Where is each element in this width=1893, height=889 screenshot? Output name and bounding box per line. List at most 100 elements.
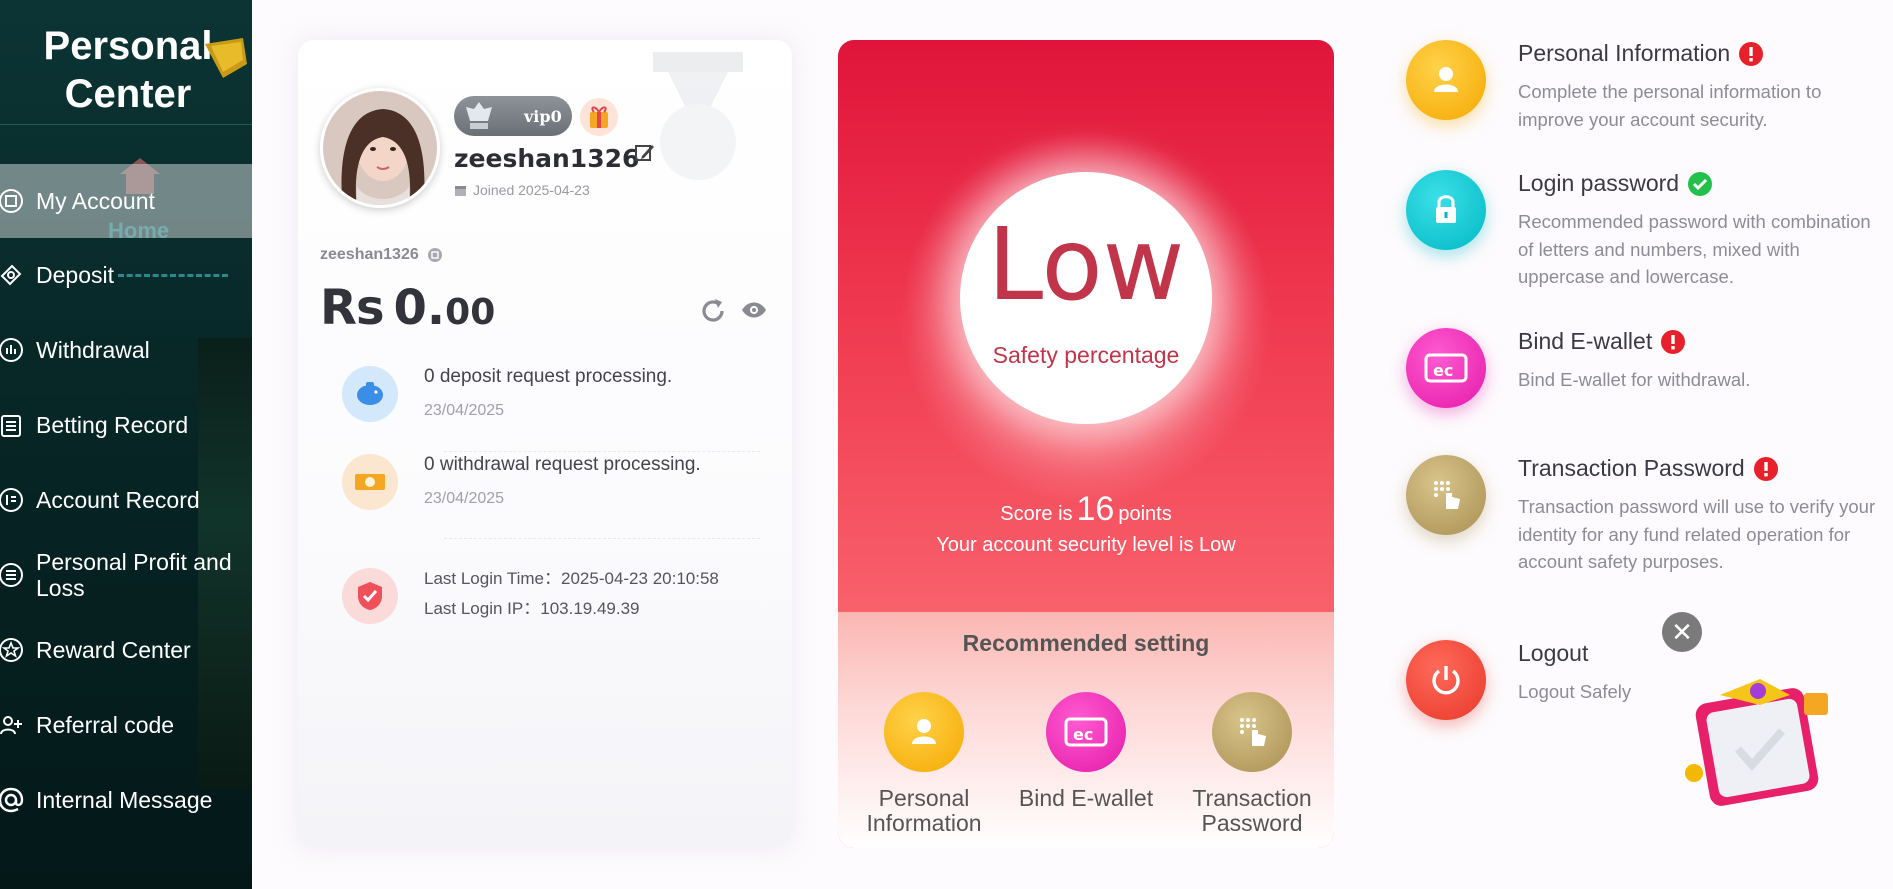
setting-title-text: Logout <box>1518 640 1589 666</box>
recommended-bind-ewallet[interactable]: ec Bind E-wallet <box>1011 692 1161 811</box>
shield-icon <box>342 568 398 624</box>
sidebar-item-label: Referral code <box>36 712 175 738</box>
recommended-transaction-password[interactable]: Transaction Password <box>1177 692 1327 836</box>
sidebar-divider <box>0 124 252 125</box>
warning-icon <box>1739 41 1764 66</box>
check-icon <box>1688 171 1713 196</box>
svg-text:ec: ec <box>1073 725 1093 744</box>
trophy-icon <box>205 38 247 78</box>
setting-title: Personal Information <box>1518 40 1764 67</box>
clipboard-icon <box>1 415 21 437</box>
joined-text: Joined 2025-04-23 <box>473 182 590 198</box>
gift-button[interactable] <box>580 98 618 136</box>
setting-title-text: Bind E-wallet <box>1518 328 1653 354</box>
security-level: Low <box>987 206 1185 323</box>
recommended-settings: Recommended setting Personal Information… <box>838 612 1334 848</box>
setting-title-text: Login password <box>1518 170 1680 196</box>
ewallet-icon: ec <box>1046 692 1126 772</box>
at-icon <box>0 787 24 813</box>
sidebar-item-label: Deposit <box>36 262 114 288</box>
username: zeeshan1326 <box>454 144 640 173</box>
ewallet-icon: ec <box>1406 328 1486 408</box>
balance-currency: Rs <box>320 280 385 336</box>
setting-title: Logout <box>1518 640 1588 667</box>
account-icon <box>0 189 23 213</box>
vip-badge[interactable]: vip0 <box>454 96 572 136</box>
last-login-time: Last Login Time：2025-04-23 20:10:58 <box>424 569 719 588</box>
last-login: Last Login Time：2025-04-23 20:10:58 Last… <box>424 564 719 624</box>
keypad-icon <box>1406 455 1486 535</box>
setting-title: Login password <box>1518 170 1713 197</box>
sidebar-item-betting-record[interactable]: Betting Record <box>0 388 252 462</box>
deposit-request-date: 23/04/2025 <box>424 402 505 419</box>
recommended-label: Bind E-wallet <box>1018 785 1154 811</box>
deposit-request-text: 0 deposit request processing. <box>424 366 673 387</box>
sidebar: Personal Center My Account Home Deposit … <box>0 0 252 889</box>
refresh-icon[interactable] <box>698 296 728 326</box>
account-id: zeeshan1326 <box>320 246 443 264</box>
setting-title-text: Transaction Password <box>1518 455 1745 481</box>
user-icon <box>1406 40 1486 120</box>
joined-date: Joined 2025-04-23 <box>454 182 590 198</box>
sidebar-item-account-record[interactable]: Account Record <box>0 463 252 537</box>
medal-watermark-icon <box>653 52 743 180</box>
safety-percentage-label: Safety percentage <box>992 342 1180 368</box>
svg-text:ec: ec <box>1433 361 1453 380</box>
setting-title: Bind E-wallet <box>1518 328 1686 355</box>
sidebar-item-label: Reward Center <box>36 637 191 663</box>
score-line: Score is 16 points <box>838 490 1334 529</box>
withdrawal-request-text: 0 withdrawal request processing. <box>424 454 701 475</box>
sidebar-item-referral-code[interactable]: Referral code <box>0 688 252 762</box>
setting-description: Bind E-wallet for withdrawal. <box>1518 369 1751 390</box>
piggy-bank-icon <box>342 366 398 422</box>
keypad-icon <box>1212 692 1292 772</box>
divider <box>444 451 760 452</box>
user-icon <box>884 692 964 772</box>
withdrawal-request-date: 23/04/2025 <box>424 490 505 507</box>
setting-title: Transaction Password <box>1518 455 1779 482</box>
warning-icon <box>1661 329 1686 354</box>
dashed-divider <box>118 274 228 277</box>
score-suffix: points <box>1118 503 1172 525</box>
profile-card: vip0 zeeshan1326 Joined 2025-04-23 zeesh… <box>298 40 792 848</box>
score-prefix: Score is <box>1000 503 1073 525</box>
recommended-personal-information[interactable]: Personal Information <box>849 692 999 836</box>
security-card: Low Safety percentage Score is 16 points Y… <box>838 40 1334 848</box>
vip-crown-icon <box>466 102 492 129</box>
security-level-circle: Low Safety percentage <box>960 172 1212 424</box>
sidebar-item-label: Betting Record <box>36 412 189 438</box>
score-value: 16 <box>1076 490 1115 528</box>
sidebar-title: Personal Center <box>43 24 213 116</box>
warning-icon <box>1753 456 1778 481</box>
close-promo-button[interactable]: ✕ <box>1662 612 1702 652</box>
avatar[interactable] <box>320 88 440 208</box>
gift-icon <box>590 106 608 128</box>
setting-description: Recommended password with combination of… <box>1518 211 1871 287</box>
security-level-text: Your account security level is Low <box>936 534 1236 556</box>
account-id-text: zeeshan1326 <box>320 246 419 263</box>
eye-icon[interactable] <box>740 300 768 320</box>
money-icon <box>342 454 398 510</box>
lock-icon <box>1406 170 1486 250</box>
deposit-icon <box>0 264 22 286</box>
recommended-label: Personal Information <box>866 785 982 836</box>
sidebar-item-withdrawal[interactable]: Withdrawal <box>0 313 252 387</box>
add-user-icon <box>0 716 22 735</box>
list-icon <box>0 563 23 587</box>
divider <box>444 538 760 539</box>
vip-level: vip0 <box>524 106 562 126</box>
balance-integer: 0. <box>393 280 446 336</box>
sidebar-item-reward-center[interactable]: Reward Center <box>0 613 252 687</box>
edit-icon[interactable] <box>634 142 656 164</box>
copy-icon[interactable] <box>427 247 443 263</box>
record-icon <box>0 488 23 512</box>
sidebar-item-profit-loss[interactable]: Personal Profit and Loss <box>0 538 252 612</box>
promo-gift-icon[interactable] <box>1680 665 1840 815</box>
sidebar-item-label: Internal Message <box>36 787 213 813</box>
recommended-label: Transaction Password <box>1192 785 1312 836</box>
sidebar-item-label: Withdrawal <box>36 337 150 363</box>
withdrawal-icon <box>0 338 23 362</box>
sidebar-item-label: Account Record <box>36 487 200 513</box>
star-icon <box>0 638 23 662</box>
sidebar-item-internal-message[interactable]: Internal Message <box>0 763 252 837</box>
